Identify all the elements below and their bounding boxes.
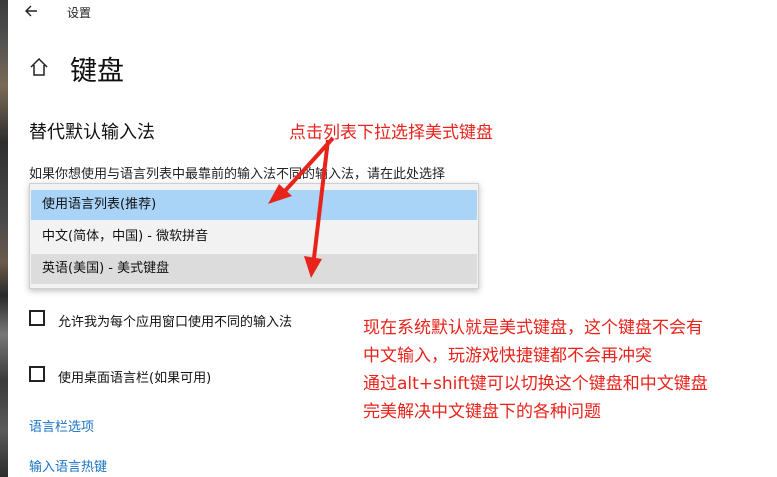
annotation-arrow-head-2 <box>304 256 322 278</box>
annotation-line-1: 现在系统默认就是美式键盘，这个键盘不会有 <box>363 318 703 338</box>
annotation-explanation: 现在系统默认就是美式键盘，这个键盘不会有 中文输入，玩游戏快捷键都不会再冲突 通… <box>363 314 708 426</box>
annotation-line-2: 中文输入，玩游戏快捷键都不会再冲突 <box>363 346 652 366</box>
annotation-line-3: 通过alt+shift键可以切换这个键盘和中文键盘 <box>363 374 708 394</box>
annotation-line-4: 完美解决中文键盘下的各种问题 <box>363 402 601 422</box>
